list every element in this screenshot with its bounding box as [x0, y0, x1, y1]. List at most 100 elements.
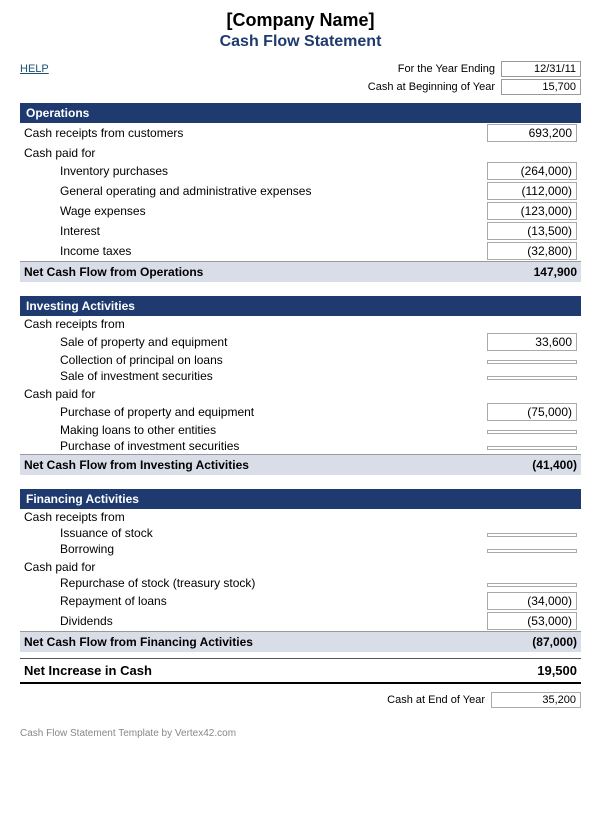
table-row: Repurchase of stock (treasury stock): [20, 575, 581, 591]
row-value: [413, 438, 581, 455]
row-value: (112,000): [413, 181, 581, 201]
table-row: Purchase of investment securities: [20, 438, 581, 455]
table-row: Repayment of loans (34,000): [20, 591, 581, 611]
header-right: For the Year Ending 12/31/11 Cash at Beg…: [368, 61, 581, 95]
row-label: Cash paid for: [20, 143, 413, 161]
row-value: [413, 541, 581, 557]
value-box[interactable]: [487, 446, 577, 450]
row-label: Collection of principal on loans: [20, 352, 413, 368]
value-box[interactable]: (75,000): [487, 403, 577, 421]
row-label: Cash receipts from: [20, 509, 413, 525]
net-investing-row: Net Cash Flow from Investing Activities …: [20, 455, 581, 476]
net-value: (41,400): [413, 455, 581, 476]
financing-table: Cash receipts from Issuance of stock Bor…: [20, 509, 581, 652]
financing-header: Financing Activities: [20, 489, 581, 509]
value-box[interactable]: (32,800): [487, 242, 577, 260]
row-label: Sale of property and equipment: [20, 332, 413, 352]
value-box[interactable]: (123,000): [487, 202, 577, 220]
for-year-label: For the Year Ending: [398, 63, 495, 75]
row-label: Inventory purchases: [20, 161, 413, 181]
row-value: [413, 143, 581, 161]
value-box[interactable]: (34,000): [487, 592, 577, 610]
net-value: (87,000): [413, 632, 581, 653]
table-row: Issuance of stock: [20, 525, 581, 541]
row-label: Borrowing: [20, 541, 413, 557]
row-label: Cash receipts from customers: [20, 123, 413, 143]
value-box[interactable]: (112,000): [487, 182, 577, 200]
row-value: (13,500): [413, 221, 581, 241]
row-value: [413, 575, 581, 591]
table-row: Wage expenses (123,000): [20, 201, 581, 221]
row-value: [413, 368, 581, 384]
net-label: Net Cash Flow from Financing Activities: [20, 632, 413, 653]
value-box[interactable]: [487, 533, 577, 537]
table-row: Purchase of property and equipment (75,0…: [20, 402, 581, 422]
value-box[interactable]: (53,000): [487, 612, 577, 630]
table-row: Dividends (53,000): [20, 611, 581, 632]
value-box[interactable]: (264,000): [487, 162, 577, 180]
net-increase-table: Net Increase in Cash 19,500: [20, 658, 581, 684]
row-label: Making loans to other entities: [20, 422, 413, 438]
table-row: Cash receipts from: [20, 509, 581, 525]
net-financing-row: Net Cash Flow from Financing Activities …: [20, 632, 581, 653]
row-value: [413, 525, 581, 541]
net-value: 147,900: [413, 262, 581, 283]
table-row: Making loans to other entities: [20, 422, 581, 438]
row-value: (123,000): [413, 201, 581, 221]
net-increase-label: Net Increase in Cash: [20, 659, 413, 684]
year-value[interactable]: 12/31/11: [501, 61, 581, 77]
table-row: Sale of investment securities: [20, 368, 581, 384]
value-box[interactable]: (13,500): [487, 222, 577, 240]
table-row: Cash paid for: [20, 557, 581, 575]
row-label: Repurchase of stock (treasury stock): [20, 575, 413, 591]
net-increase-value: 19,500: [413, 659, 581, 684]
value-box[interactable]: [487, 360, 577, 364]
row-label: Wage expenses: [20, 201, 413, 221]
investing-header: Investing Activities: [20, 296, 581, 316]
cash-end-row: Cash at End of Year 35,200: [20, 692, 581, 708]
row-value: [413, 422, 581, 438]
company-name: [Company Name]: [20, 10, 581, 31]
row-label: Cash paid for: [20, 384, 413, 402]
table-row: Cash receipts from: [20, 316, 581, 332]
net-label: Net Cash Flow from Investing Activities: [20, 455, 413, 476]
value-box[interactable]: [487, 376, 577, 380]
cash-end-label: Cash at End of Year: [387, 694, 485, 706]
statement-title: Cash Flow Statement: [20, 33, 581, 51]
row-label: Dividends: [20, 611, 413, 632]
value-box[interactable]: 33,600: [487, 333, 577, 351]
row-value: 693,200: [413, 123, 581, 143]
row-value: (264,000): [413, 161, 581, 181]
table-row: Cash receipts from customers 693,200: [20, 123, 581, 143]
operations-table: Cash receipts from customers 693,200 Cas…: [20, 123, 581, 282]
investing-table: Cash receipts from Sale of property and …: [20, 316, 581, 475]
net-increase-row: Net Increase in Cash 19,500: [20, 659, 581, 684]
help-link[interactable]: HELP: [20, 63, 49, 75]
row-value: [413, 352, 581, 368]
row-value: (53,000): [413, 611, 581, 632]
value-box[interactable]: [487, 549, 577, 553]
table-row: Cash paid for: [20, 143, 581, 161]
value-box[interactable]: [487, 583, 577, 587]
cash-end-value[interactable]: 35,200: [491, 692, 581, 708]
table-row: Income taxes (32,800): [20, 241, 581, 262]
row-label: Interest: [20, 221, 413, 241]
net-operations-row: Net Cash Flow from Operations 147,900: [20, 262, 581, 283]
footer-credit: Cash Flow Statement Template by Vertex42…: [20, 728, 581, 739]
row-value: (34,000): [413, 591, 581, 611]
operations-header: Operations: [20, 103, 581, 123]
row-label: Purchase of property and equipment: [20, 402, 413, 422]
value-box[interactable]: [487, 430, 577, 434]
net-label: Net Cash Flow from Operations: [20, 262, 413, 283]
value-box[interactable]: 693,200: [487, 124, 577, 142]
row-label: Cash receipts from: [20, 316, 413, 332]
table-row: Collection of principal on loans: [20, 352, 581, 368]
header-section: HELP For the Year Ending 12/31/11 Cash a…: [20, 61, 581, 95]
row-label: Issuance of stock: [20, 525, 413, 541]
row-label: Sale of investment securities: [20, 368, 413, 384]
row-value: 33,600: [413, 332, 581, 352]
cash-beginning-value[interactable]: 15,700: [501, 79, 581, 95]
table-row: Borrowing: [20, 541, 581, 557]
table-row: Sale of property and equipment 33,600: [20, 332, 581, 352]
table-row: Cash paid for: [20, 384, 581, 402]
